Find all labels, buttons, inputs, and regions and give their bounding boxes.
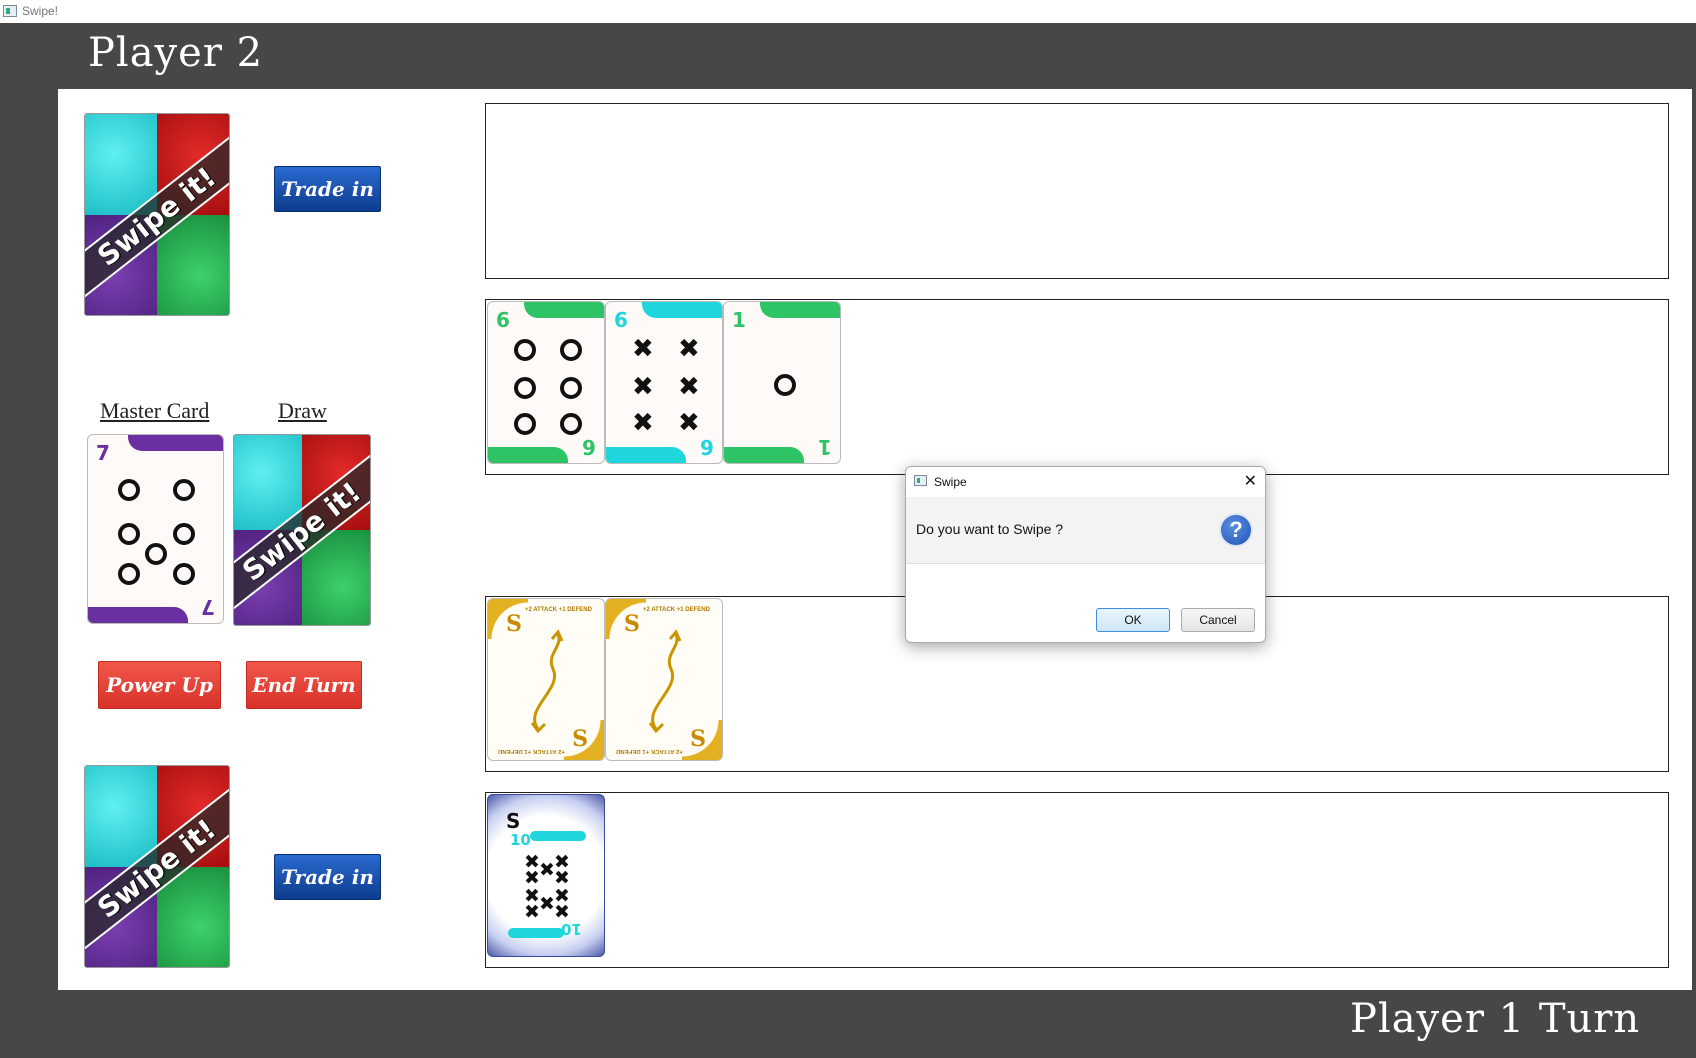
turn-indicator: Player 1 Turn <box>1350 996 1641 1042</box>
zone4-card-rank: 10 <box>510 831 531 849</box>
play-zone-1[interactable] <box>485 103 1669 279</box>
player-deck-card[interactable]: Swipe it! <box>84 765 230 968</box>
master-card-rank: 7 <box>96 441 110 465</box>
zone3-card-2[interactable]: S S +2 ATTACK +1 DEFEND +2 ATTACK +1 DEF… <box>605 598 723 761</box>
close-icon[interactable]: ✕ <box>1244 471 1257 491</box>
zone2-card-3-rank: 1 <box>732 308 746 332</box>
zone4-card-letter: S <box>506 809 521 833</box>
swipe-arrow-icon <box>530 629 564 734</box>
window-titlebar: Swipe! <box>0 0 1696 23</box>
window-title: Swipe! <box>22 4 59 18</box>
dialog-app-icon <box>914 475 927 486</box>
dialog-titlebar: Swipe ✕ <box>906 467 1265 497</box>
power-up-button[interactable]: Power Up <box>98 661 221 709</box>
master-card-rank-bottom: 7 <box>201 595 215 619</box>
zone3-card-1-text: +2 ATTACK +1 DEFEND <box>525 607 592 613</box>
swipe-arrow-icon <box>648 629 682 734</box>
master-card-label: Master Card <box>100 398 210 423</box>
dialog-body: Do you want to Swipe ? ? <box>906 497 1265 564</box>
play-zone-2[interactable]: 6 6 6 6 ✖ ✖ ✖ ✖ ✖ ✖ 1 1 <box>485 299 1669 475</box>
zone2-card-1[interactable]: 6 6 <box>487 301 605 464</box>
play-zone-4[interactable]: S 10 10 ✖ ✖ ✖ ✖ ✖ ✖ ✖ ✖ ✖ ✖ <box>485 792 1669 968</box>
trade-in-button-bottom[interactable]: Trade in <box>274 854 381 900</box>
dialog-message: Do you want to Swipe ? <box>916 521 1064 537</box>
opponent-deck-card[interactable]: Swipe it! <box>84 113 230 316</box>
zone2-card-3[interactable]: 1 1 <box>723 301 841 464</box>
zone2-card-2-rank: 6 <box>614 308 628 332</box>
master-card[interactable]: 7 7 <box>87 434 224 624</box>
swipe-dialog: Swipe ✕ Do you want to Swipe ? ? OK Canc… <box>905 466 1266 643</box>
zone4-card[interactable]: S 10 10 ✖ ✖ ✖ ✖ ✖ ✖ ✖ ✖ ✖ ✖ <box>487 794 605 957</box>
zone3-card-2-text: +2 ATTACK +1 DEFEND <box>643 607 710 613</box>
question-icon: ? <box>1219 513 1253 547</box>
zone3-card-1[interactable]: S S +2 ATTACK +1 DEFEND +2 ATTACK +1 DEF… <box>487 598 605 761</box>
draw-pile[interactable]: Swipe it! <box>233 434 371 626</box>
zone3-card-2-text-bottom: +2 ATTACK +1 DEFEND <box>616 748 683 754</box>
cancel-button[interactable]: Cancel <box>1181 608 1255 632</box>
ok-button[interactable]: OK <box>1096 608 1170 632</box>
trade-in-button-top[interactable]: Trade in <box>274 166 381 212</box>
draw-label: Draw <box>278 398 327 423</box>
zone2-card-1-rank-bottom: 6 <box>582 435 596 459</box>
zone2-card-1-rank: 6 <box>496 308 510 332</box>
zone2-card-3-rank-bottom: 1 <box>818 435 832 459</box>
zone2-card-2[interactable]: 6 6 ✖ ✖ ✖ ✖ ✖ ✖ <box>605 301 723 464</box>
zone3-card-1-text-bottom: +2 ATTACK +1 DEFEND <box>498 748 565 754</box>
end-turn-button[interactable]: End Turn <box>246 661 362 709</box>
zone2-card-2-rank-bottom: 6 <box>700 435 714 459</box>
dialog-title: Swipe <box>934 475 967 489</box>
app-icon <box>3 5 17 17</box>
opponent-label: Player 2 <box>88 30 264 76</box>
